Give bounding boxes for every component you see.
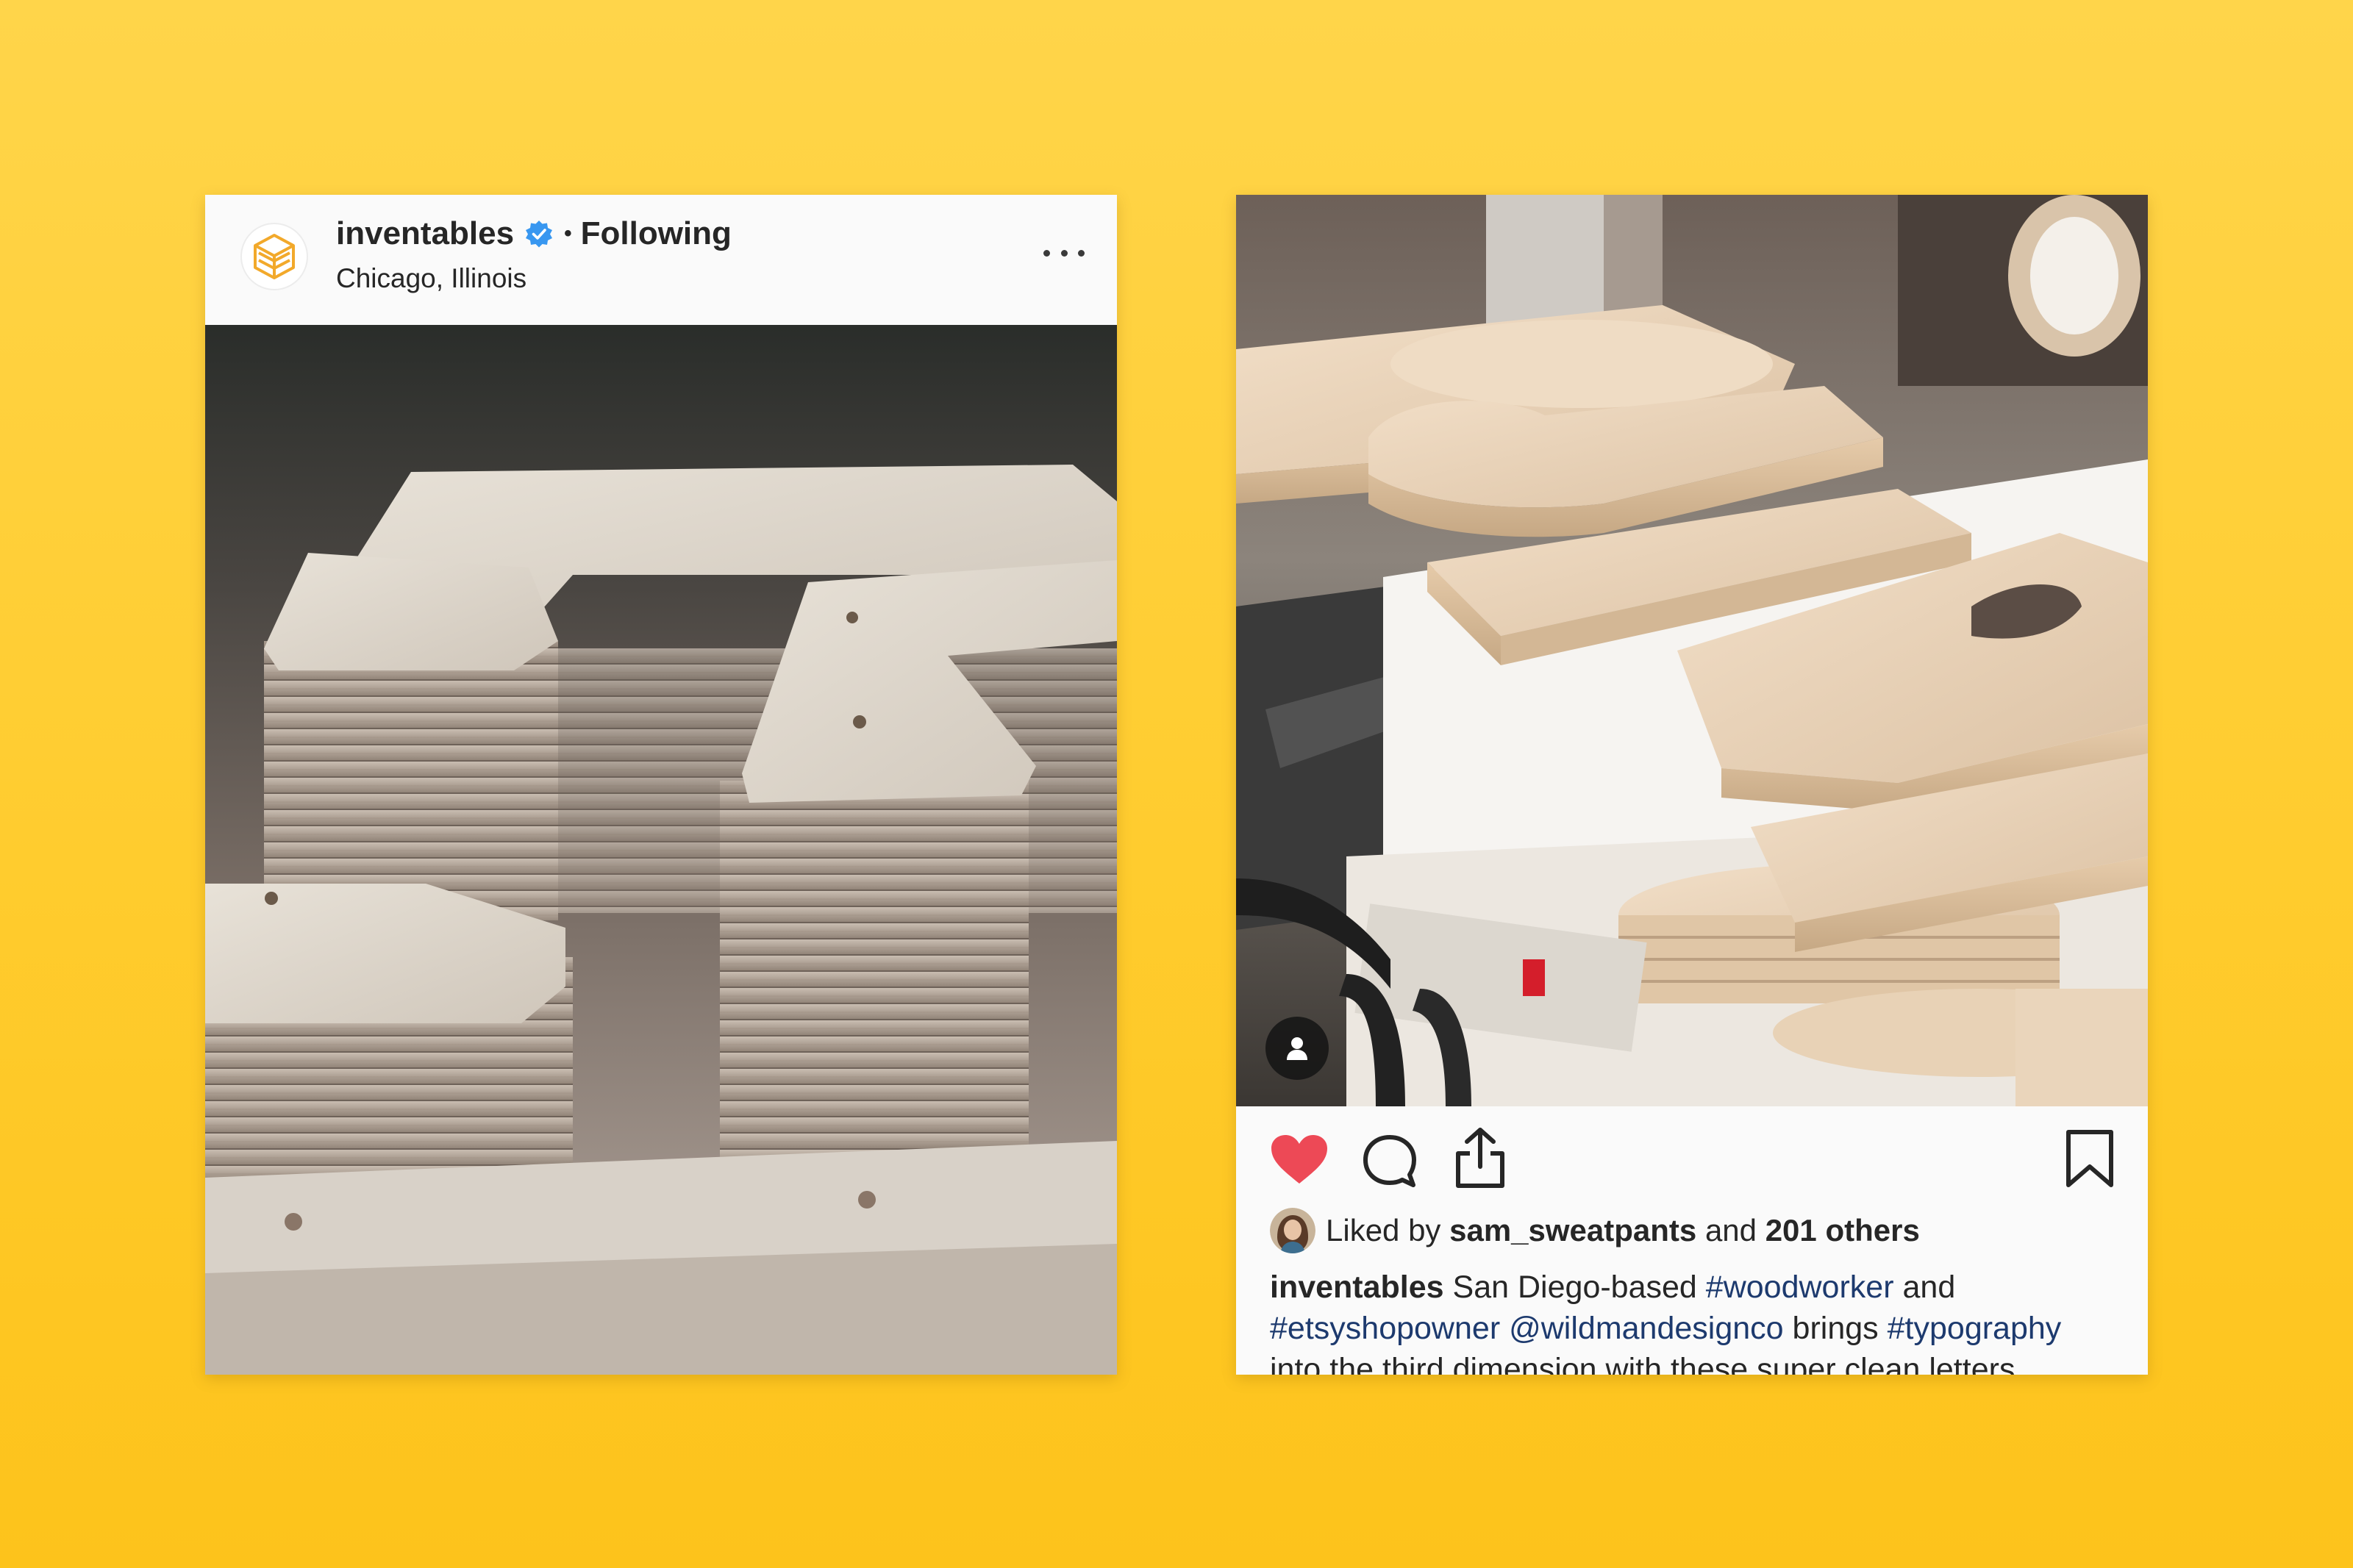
- dot-icon: [1078, 249, 1085, 257]
- left-post-card: inventables • Following Chicago, Illinoi…: [205, 195, 1117, 1375]
- tagged-people-button[interactable]: [1265, 1017, 1329, 1080]
- comment-bubble-icon[interactable]: [1362, 1134, 1418, 1193]
- location-link[interactable]: Chicago, Illinois: [336, 263, 526, 294]
- like-heart-icon[interactable]: [1270, 1134, 1329, 1189]
- verified-badge-icon: [526, 221, 553, 248]
- profile-avatar[interactable]: [240, 223, 308, 290]
- likes-summary: Liked by sam_sweatpants and 201 others: [1270, 1208, 1920, 1253]
- more-options-icon[interactable]: [1043, 242, 1085, 264]
- header-user-line: inventables • Following: [336, 215, 732, 252]
- bookmark-save-icon[interactable]: [2065, 1128, 2115, 1192]
- caption-text: into the third dimension with these supe…: [1270, 1352, 2015, 1375]
- hashtag-link[interactable]: #woodworker: [1706, 1270, 1894, 1305]
- hashtag-link[interactable]: #typography: [1888, 1311, 2062, 1346]
- caption-text: brings: [1792, 1311, 1879, 1346]
- separator-dot: •: [564, 221, 572, 246]
- post-photo[interactable]: [1236, 195, 2148, 1106]
- right-post-card: Liked by sam_sweatpants and 201 others i…: [1236, 195, 2148, 1375]
- inventables-logo-icon: [254, 234, 295, 279]
- dot-icon: [1043, 249, 1050, 257]
- liker-avatar[interactable]: [1270, 1208, 1315, 1253]
- caption-username-link[interactable]: inventables: [1270, 1270, 1444, 1305]
- following-button[interactable]: Following: [581, 215, 732, 252]
- post-actions-bar: Liked by sam_sweatpants and 201 others i…: [1236, 1106, 2148, 1375]
- dot-icon: [1060, 249, 1068, 257]
- caption-text: San Diego-based: [1452, 1270, 1697, 1305]
- likes-count-link[interactable]: 201 others: [1765, 1213, 1920, 1248]
- username-link[interactable]: inventables: [336, 215, 514, 252]
- post-header: inventables • Following Chicago, Illinoi…: [205, 195, 1117, 325]
- liker-username-link[interactable]: sam_sweatpants: [1449, 1213, 1696, 1248]
- caption-text: and: [1902, 1270, 1956, 1305]
- person-icon: [1287, 1037, 1307, 1060]
- post-photo[interactable]: [205, 325, 1117, 1375]
- liked-by-label: Liked by: [1326, 1213, 1441, 1247]
- liked-and-label: and: [1704, 1213, 1757, 1247]
- mention-link[interactable]: @wildmandesignco: [1509, 1311, 1784, 1346]
- post-caption: inventables San Diego-based #woodworker …: [1270, 1267, 2115, 1375]
- hashtag-link[interactable]: #etsyshopowner: [1270, 1311, 1500, 1346]
- share-upload-icon[interactable]: [1452, 1125, 1508, 1194]
